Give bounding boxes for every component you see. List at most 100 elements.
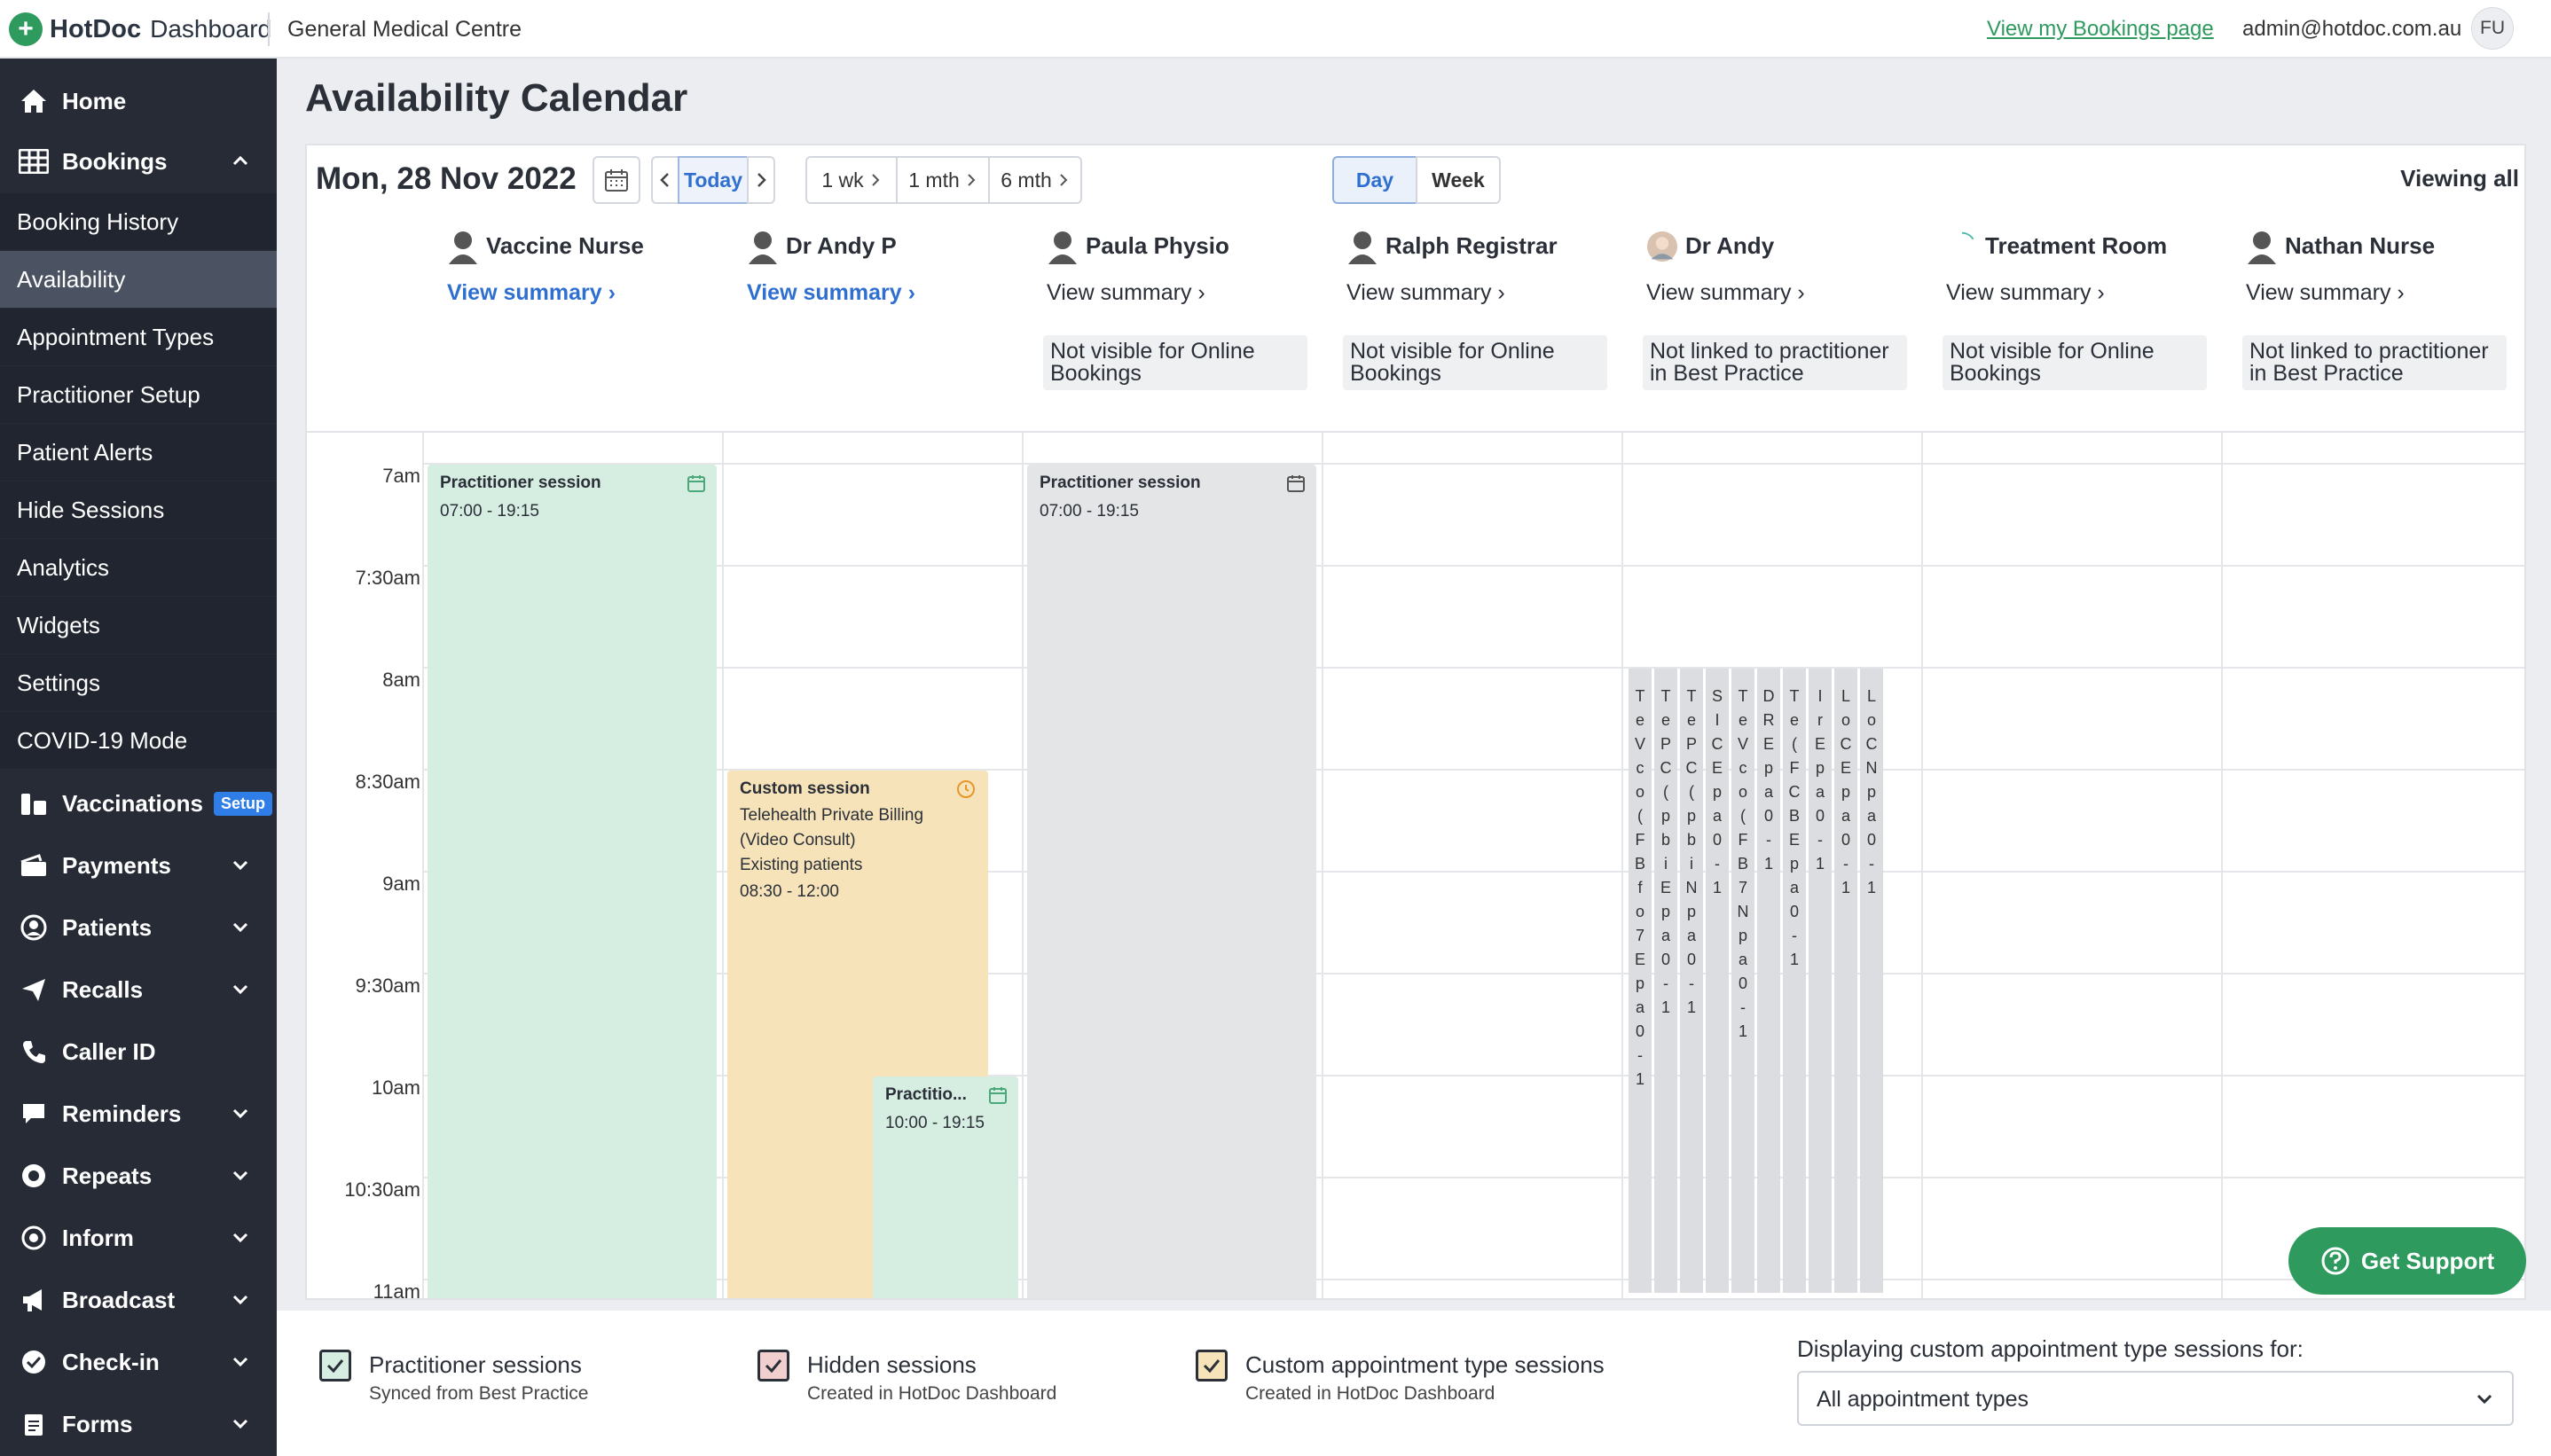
view-summary-link[interactable]: View summary ›: [1346, 280, 1505, 306]
narrow-session[interactable]: Te Vc o(F B 7 Np a 0-1: [1731, 669, 1754, 1293]
session-time: 08:30 - 12:00: [740, 882, 839, 901]
sidebar-item-appointment-types[interactable]: Appointment Types: [0, 309, 277, 365]
narrow-session[interactable]: Te(F C B Ep a 0-1: [1783, 669, 1806, 1293]
sidebar-item-patient-alerts[interactable]: Patient Alerts: [0, 424, 277, 481]
support-label: Get Support: [2360, 1247, 2495, 1274]
narrow-session[interactable]: LoCEpa0-1: [1834, 669, 1857, 1293]
sidebar-item-widgets[interactable]: Widgets: [0, 597, 277, 654]
sidebar-item-settings[interactable]: Settings: [0, 654, 277, 711]
view-summary-link[interactable]: View summary ›: [1047, 280, 1205, 306]
appointment-type-filter-label: Displaying custom appointment type sessi…: [1797, 1335, 2304, 1362]
sidebar-item-forms[interactable]: Forms: [0, 1396, 277, 1452]
sidebar-item-label: Home: [62, 87, 127, 114]
column-divider: [1022, 433, 1024, 1298]
sidebar-item-repeats[interactable]: Repeats: [0, 1147, 277, 1204]
appointment-type-select[interactable]: All appointment types: [1797, 1371, 2514, 1426]
view-summary-link[interactable]: View summary ›: [1946, 280, 2105, 306]
sidebar-item-availability[interactable]: Availability: [0, 251, 277, 308]
sidebar-item-booking-history[interactable]: Booking History: [0, 193, 277, 250]
week-view-button[interactable]: Week: [1416, 156, 1501, 204]
sidebar-item-inform[interactable]: Inform: [0, 1209, 277, 1266]
calendar-icon: [989, 1087, 1007, 1104]
practitioner-header: Treatment Room View summary › Not visibl…: [1937, 216, 2237, 411]
get-support-button[interactable]: Get Support: [2288, 1227, 2526, 1295]
chevron-right-icon: [1060, 174, 1068, 186]
practitioner-session[interactable]: Practitio... 10:00 - 19:15: [873, 1076, 1018, 1298]
view-bookings-page-link[interactable]: View my Bookings page: [1987, 17, 2214, 42]
sidebar-item-label: Forms: [62, 1410, 133, 1437]
org-name: General Medical Centre: [287, 17, 522, 42]
vaccine-icon: [18, 790, 50, 817]
narrow-session[interactable]: Te P C(p b i Np a 0-1: [1680, 669, 1703, 1293]
calendar-toolbar: Mon, 28 Nov 2022 Today 1 wk 1 mth 6 mth …: [307, 145, 2524, 215]
narrow-session[interactable]: IrEpa0-1: [1809, 669, 1832, 1293]
time-label: 11am: [373, 1280, 420, 1300]
narrow-session[interactable]: Te Vc o(F Bf o 7 Ep a 0-1: [1629, 669, 1652, 1293]
sidebar-item-vaccinations[interactable]: Vaccinations Setup: [0, 775, 277, 832]
sidebar-item-check-in[interactable]: Check-in: [0, 1334, 277, 1390]
narrow-session[interactable]: Te P C(p b i Ep a 0-1: [1654, 669, 1677, 1293]
legend-subtitle: Created in HotDoc Dashboard: [807, 1383, 1057, 1404]
prev-day-button[interactable]: [651, 156, 679, 204]
session-title: Practitio...: [885, 1085, 967, 1104]
hour-line: [422, 667, 2524, 669]
sidebar-item-practitioner-setup[interactable]: Practitioner Setup: [0, 366, 277, 423]
view-summary-link[interactable]: View summary ›: [447, 280, 616, 306]
today-button[interactable]: Today: [678, 156, 749, 204]
sidebar-item-hide-sessions[interactable]: Hide Sessions: [0, 481, 277, 538]
sidebar-item-broadcast[interactable]: Broadcast: [0, 1272, 277, 1328]
sidebar-item-label: Check-in: [62, 1348, 160, 1375]
sidebar-item-recalls[interactable]: Recalls: [0, 961, 277, 1018]
sidebar-item-label: Bookings: [62, 147, 168, 175]
viewing-filter[interactable]: Viewing all: [2400, 165, 2519, 192]
next-day-button[interactable]: [747, 156, 775, 204]
practitioner-header: Dr Andy View summary › Not linked to pra…: [1637, 216, 1937, 411]
session-appointment-type: (Video Consult): [740, 831, 856, 849]
sidebar-item-home[interactable]: Home: [0, 73, 277, 129]
chevron-left-icon: [660, 173, 669, 187]
admin-email[interactable]: admin@hotdoc.com.au: [2242, 17, 2461, 42]
practitioner-note: Not linked to practitioner in Best Pract…: [2242, 335, 2507, 390]
legend-checkbox[interactable]: [757, 1350, 789, 1382]
sidebar-item-label: Inform: [62, 1224, 134, 1251]
range-label: 1 mth: [908, 168, 960, 192]
sidebar-item-analytics[interactable]: Analytics: [0, 539, 277, 596]
legend-checkbox[interactable]: [1196, 1350, 1228, 1382]
hotdoc-logo[interactable]: + HotDoc Dashboard: [9, 11, 271, 48]
logo-subtitle: Dashboard: [150, 15, 272, 43]
chevron-down-icon: [232, 1295, 248, 1305]
megaphone-icon: [18, 1287, 50, 1313]
sidebar-item-caller-id[interactable]: Caller ID: [0, 1023, 277, 1080]
range-1wk-button[interactable]: 1 wk: [805, 156, 898, 204]
range-label: 1 wk: [821, 168, 864, 192]
view-summary-link[interactable]: View summary ›: [2246, 280, 2405, 306]
practitioner-header: Dr Andy P View summary ›: [738, 216, 1038, 411]
wallet-icon: [18, 852, 50, 879]
range-6mth-button[interactable]: 6 mth: [988, 156, 1082, 204]
view-summary-link[interactable]: View summary ›: [747, 280, 915, 306]
range-1mth-button[interactable]: 1 mth: [896, 156, 990, 204]
practitioner-name: Nathan Nurse: [2285, 232, 2436, 259]
sidebar-item-reminders[interactable]: Reminders: [0, 1085, 277, 1142]
narrow-session[interactable]: LoCNpa0-1: [1860, 669, 1883, 1293]
narrow-session[interactable]: SICEpa0-1: [1706, 669, 1729, 1293]
time-label: 10am: [371, 1076, 420, 1099]
practitioner-session[interactable]: Practitioner session 07:00 - 19:15: [428, 465, 717, 1298]
chevron-down-icon: [232, 1357, 248, 1367]
sidebar-item-patients[interactable]: Patients: [0, 899, 277, 956]
sidebar-item-label: Caller ID: [62, 1037, 156, 1065]
sidebar-item-payments[interactable]: Payments: [0, 837, 277, 894]
date-picker-button[interactable]: [593, 156, 640, 204]
sidebar-item-label: Widgets: [17, 611, 100, 638]
sidebar-item-covid-mode[interactable]: COVID-19 Mode: [0, 712, 277, 769]
day-view-button[interactable]: Day: [1332, 156, 1417, 204]
practitioner-session[interactable]: Practitioner session 07:00 - 19:15: [1027, 465, 1316, 1298]
session-title: Practitioner session: [1040, 474, 1201, 492]
view-summary-link[interactable]: View summary ›: [1646, 280, 1805, 306]
narrow-session[interactable]: DREpa0-1: [1757, 669, 1780, 1293]
legend-checkbox[interactable]: [319, 1350, 351, 1382]
practitioner-note: Not visible for Online Bookings: [1943, 335, 2207, 390]
user-avatar[interactable]: FU: [2471, 7, 2514, 50]
sidebar-item-bookings[interactable]: Bookings: [0, 133, 277, 190]
repeat-icon: [18, 1162, 50, 1189]
